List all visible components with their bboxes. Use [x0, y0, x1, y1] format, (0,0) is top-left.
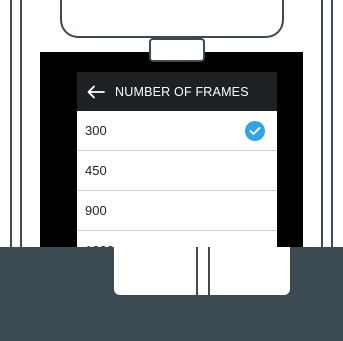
device-bottom-plate — [112, 247, 292, 297]
device-top-handle — [60, 0, 284, 38]
device-tab — [149, 38, 205, 62]
frame-option-450[interactable]: 450 — [77, 151, 277, 191]
checkmark-icon — [245, 120, 265, 141]
device-screen: NUMBER OF FRAMES 300 450 900 1800 — [77, 72, 277, 267]
frame-option-300[interactable]: 300 — [77, 111, 277, 151]
screen-title: NUMBER OF FRAMES — [115, 84, 249, 99]
screen-header: NUMBER OF FRAMES — [77, 72, 277, 111]
plate-divider — [208, 247, 210, 295]
option-label: 900 — [85, 203, 107, 218]
device-outline-right — [331, 0, 333, 248]
device-outline-left — [10, 0, 12, 248]
plate-divider — [196, 247, 198, 295]
option-label: 450 — [85, 163, 107, 178]
frame-option-900[interactable]: 900 — [77, 191, 277, 231]
option-label: 300 — [85, 123, 107, 138]
back-arrow-icon[interactable] — [87, 85, 105, 99]
